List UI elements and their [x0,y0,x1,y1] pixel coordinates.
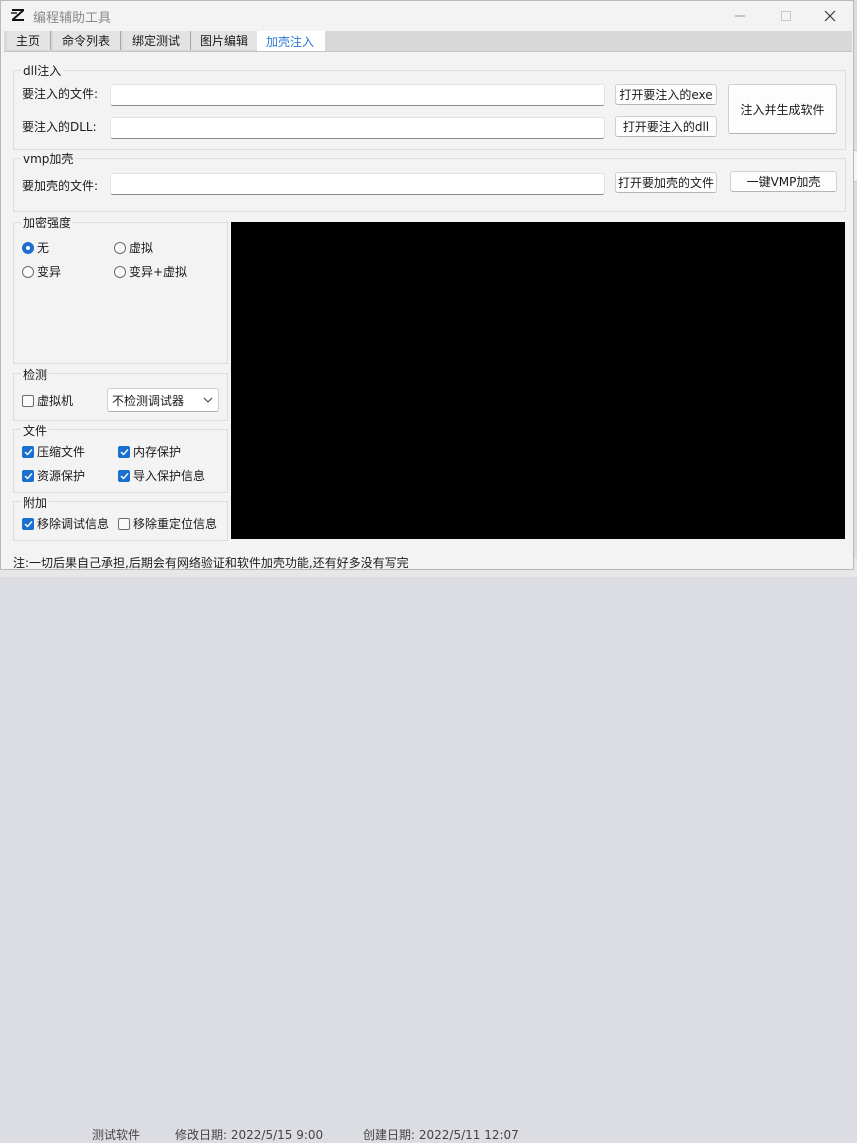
inject-dll-input[interactable] [110,117,605,139]
debugger-select[interactable]: 不检测调试器 [107,388,219,412]
vmp-file-input[interactable] [110,173,605,195]
checkmark-icon [24,472,33,480]
inject-dll-label: 要注入的DLL: [22,120,97,134]
vmp-file-label: 要加壳的文件: [22,179,99,193]
checkbox-indicator [22,517,34,530]
resource-protect-checkbox[interactable]: 资源保护 [22,467,85,484]
minimize-button[interactable] [717,1,763,31]
extra-group-label: 附加 [21,494,50,511]
remove-debug-info-checkbox[interactable]: 移除调试信息 [22,515,109,532]
checkbox-indicator [118,445,130,458]
checkmark-icon [24,520,33,528]
remove-debug-info-label: 移除调试信息 [37,517,110,531]
footer-note: 注:一切后果自己承担,后期会有网络验证和软件加壳功能,还有好多没有写完 [13,556,409,570]
radio-indicator [114,241,126,254]
tab-packer-inject[interactable]: 加壳注入 [257,31,326,51]
output-console[interactable] [231,222,845,539]
one-click-vmp-button[interactable]: 一键VMP加壳 [730,171,837,192]
tab-image-edit[interactable]: 图片编辑 [191,31,260,50]
vmp-group-label: vmp加壳 [21,150,76,167]
resource-protect-label: 资源保护 [37,469,86,483]
inject-file-label: 要注入的文件: [22,87,99,101]
radio-mutation[interactable]: 变异 [22,263,61,280]
inject-file-input[interactable] [110,84,605,106]
maximize-icon [781,11,791,21]
close-icon [824,10,836,22]
z-logo-icon [11,9,24,21]
window-title: 编程辅助工具 [33,11,112,26]
debugger-select-value: 不检测调试器 [112,393,185,408]
checkbox-indicator [22,445,34,458]
vm-checkbox[interactable]: 虚拟机 [22,392,73,409]
radio-indicator [22,265,34,278]
import-protect-checkbox[interactable]: 导入保护信息 [118,467,205,484]
background-text-c: 创建日期: 2022/5/11 12:07 [363,1128,519,1142]
tab-command-list[interactable]: 命令列表 [53,31,122,50]
remove-reloc-info-label: 移除重定位信息 [133,517,218,531]
checkbox-indicator [118,469,130,482]
radio-none[interactable]: 无 [22,239,49,256]
checkbox-indicator [22,469,34,482]
vm-checkbox-label: 虚拟机 [37,394,74,408]
compress-file-label: 压缩文件 [37,445,86,459]
checkmark-icon [120,472,129,480]
minimize-icon [735,15,745,17]
open-dll-button[interactable]: 打开要注入的dll [615,116,717,137]
tab-binding-test[interactable]: 绑定测试 [123,31,192,50]
radio-none-label: 无 [37,241,50,255]
radio-virtual-label: 虚拟 [129,241,154,255]
background-text-b: 修改日期: 2022/5/15 9:00 [175,1128,324,1142]
radio-mutation-virtual-label: 变异+虚拟 [129,265,188,279]
open-exe-button[interactable]: 打开要注入的exe [615,84,717,105]
memory-protect-label: 内存保护 [133,445,182,459]
radio-mutation-virtual[interactable]: 变异+虚拟 [114,263,187,280]
inject-generate-button[interactable]: 注入并生成软件 [728,84,837,134]
remove-reloc-info-checkbox[interactable]: 移除重定位信息 [118,515,217,532]
maximize-button[interactable] [763,1,809,31]
tab-home[interactable]: 主页 [7,31,52,50]
checkbox-indicator [22,394,34,407]
import-protect-label: 导入保护信息 [133,469,206,483]
radio-virtual[interactable]: 虚拟 [114,239,153,256]
close-button[interactable] [807,1,853,31]
radio-indicator [22,241,34,254]
tab-bar: 主页 命令列表 绑定测试 图片编辑 加壳注入 [4,31,852,52]
dll-inject-group-label: dll注入 [21,62,64,79]
checkbox-indicator [118,517,130,530]
main-window: 编程辅助工具 主页 命令列表 绑定测试 图片编辑 加壳注入 dll注入 要注入的… [0,0,854,570]
chevron-down-icon [203,397,213,403]
encryption-group-label: 加密强度 [21,214,74,231]
open-vmp-file-button[interactable]: 打开要加壳的文件 [615,172,717,193]
checkmark-icon [120,448,129,456]
radio-mutation-label: 变异 [37,265,62,279]
checkmark-icon [24,448,33,456]
file-group-label: 文件 [21,422,50,439]
detection-group-label: 检测 [21,366,50,383]
radio-indicator [114,265,126,278]
memory-protect-checkbox[interactable]: 内存保护 [118,443,181,460]
title-bar[interactable]: 编程辅助工具 [1,1,853,31]
background-text-a: 测试软件 [92,1128,141,1142]
compress-file-checkbox[interactable]: 压缩文件 [22,443,85,460]
